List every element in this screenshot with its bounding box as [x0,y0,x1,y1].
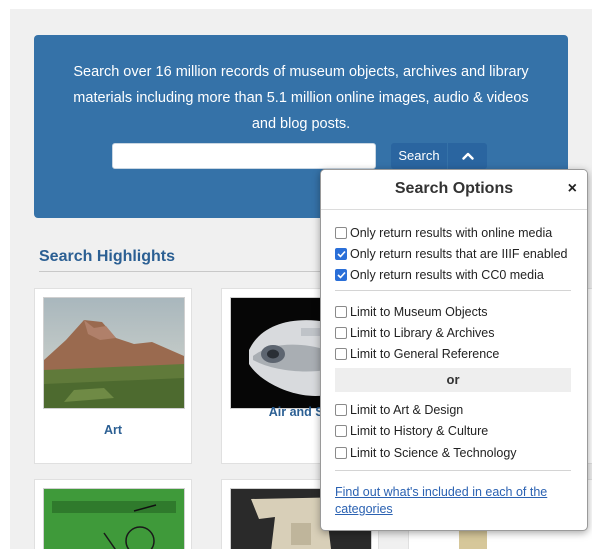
search-options-title: Search Options [394,180,514,197]
chevron-up-icon [461,152,474,160]
checkbox-history-culture[interactable] [335,425,347,437]
checkbox-museum-objects[interactable] [335,306,347,318]
option-library-archives-label: Limit to Library & Archives [350,326,495,340]
or-separator: or [335,368,571,392]
option-museum-objects-label: Limit to Museum Objects [350,305,488,319]
option-general-reference-label: Limit to General Reference [350,347,500,361]
checkbox-general-reference[interactable] [335,348,347,360]
landscape-painting-image [44,298,184,408]
checkbox-online-media[interactable] [335,227,347,239]
checkbox-cc0-media[interactable] [335,269,347,281]
card-label-art: Art [103,423,123,437]
checkbox-science-technology[interactable] [335,447,347,459]
search-input[interactable] [112,143,376,169]
art-thumbnail [43,297,185,409]
section-divider [39,271,339,272]
search-button[interactable]: Search [391,143,447,169]
search-options-popover: Search Options × Only return results wit… [320,169,588,531]
option-history-culture-label: Limit to History & Culture [350,424,489,438]
option-science-technology[interactable]: Limit to Science & Technology [335,445,517,461]
popover-header: Search Options × [321,170,587,210]
option-museum-objects[interactable]: Limit to Museum Objects [335,304,488,320]
hero-description: Search over 16 million records of museum… [64,59,538,137]
options-divider [335,470,571,471]
option-online-media-label: Only return results with online media [350,226,553,240]
option-online-media[interactable]: Only return results with online media [335,225,552,241]
option-iiif-enabled[interactable]: Only return results that are IIIF enable… [335,246,567,262]
checkbox-library-archives[interactable] [335,327,347,339]
option-science-technology-label: Limit to Science & Technology [350,446,517,460]
checkmark-icon [336,271,346,279]
search-highlights-title: Search Highlights [39,248,176,265]
checkmark-icon [336,250,346,258]
highlight-card-art[interactable]: Art [34,288,192,464]
option-library-archives[interactable]: Limit to Library & Archives [335,325,495,341]
categories-info-link[interactable]: Find out what's included in each of the … [335,484,571,518]
options-divider [335,290,571,291]
hero-line-1: Search over 16 million records of museum… [73,64,529,80]
categories-link-line-1: Find out what's included in each of the [335,485,548,499]
hero-line-2: materials including more than 5.1 millio… [73,90,529,106]
checkbox-art-design[interactable] [335,404,347,416]
checkbox-iiif-enabled[interactable] [335,248,347,260]
close-icon[interactable]: × [568,180,577,198]
option-iiif-enabled-label: Only return results that are IIIF enable… [350,247,568,261]
option-art-design-label: Limit to Art & Design [350,403,464,417]
hero-line-3: and blog posts. [251,116,351,132]
option-art-design[interactable]: Limit to Art & Design [335,402,463,418]
option-history-culture[interactable]: Limit to History & Culture [335,423,488,439]
album-cover-image [44,489,184,549]
search-options-toggle[interactable] [448,143,487,169]
option-cc0-media-label: Only return results with CC0 media [350,268,544,282]
categories-link-line-2: categories [335,502,393,516]
record-album-thumbnail [43,488,185,549]
option-general-reference[interactable]: Limit to General Reference [335,346,499,362]
option-cc0-media[interactable]: Only return results with CC0 media [335,267,544,283]
highlight-card-4[interactable] [34,479,192,549]
